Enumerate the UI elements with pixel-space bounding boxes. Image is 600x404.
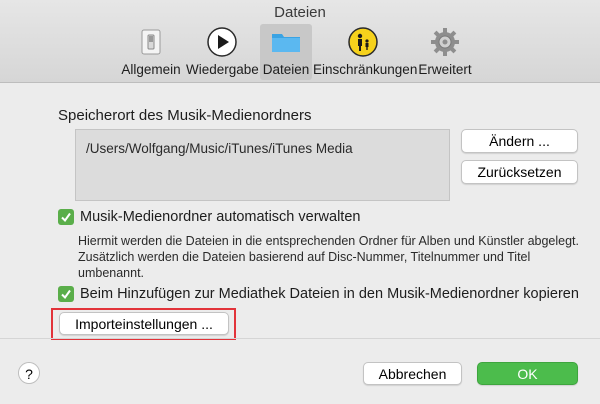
- tab-wiedergabe[interactable]: Wiedergabe: [186, 24, 259, 80]
- window-title: Dateien: [274, 4, 326, 21]
- switch-icon: [135, 26, 167, 58]
- media-folder-heading: Speicherort des Musik-Medienordners: [58, 107, 312, 124]
- tab-erweitert[interactable]: Erweitert: [414, 24, 476, 80]
- checkmark-icon: [61, 289, 71, 300]
- tab-label-allgemein: Allgemein: [121, 62, 181, 77]
- tab-label-wiedergabe: Wiedergabe: [186, 62, 259, 77]
- highlight-frame: [51, 308, 236, 340]
- preferences-toolbar: Dateien Allgemein Wiedergabe Dateien Ein…: [0, 0, 600, 83]
- tab-allgemein[interactable]: Allgemein: [118, 24, 184, 80]
- tab-einschraenkungen[interactable]: Einschränkungen: [313, 24, 418, 80]
- keep-organized-option[interactable]: Musik-Medienordner automatisch verwalten: [58, 209, 360, 225]
- footer-divider: [0, 338, 600, 339]
- tab-label-erweitert: Erweitert: [418, 62, 472, 77]
- change-folder-button[interactable]: Ändern ...: [461, 129, 578, 153]
- ok-button[interactable]: OK: [477, 362, 578, 385]
- files-pane: Speicherort des Musik-Medienordners /Use…: [0, 83, 600, 404]
- reset-folder-button[interactable]: Zurücksetzen: [461, 160, 578, 184]
- copy-files-checkbox[interactable]: [58, 286, 74, 302]
- media-folder-path: /Users/Wolfgang/Music/iTunes/iTunes Medi…: [75, 129, 450, 201]
- checkmark-icon: [61, 212, 71, 223]
- help-button[interactable]: ?: [18, 362, 40, 384]
- cancel-button[interactable]: Abbrechen: [363, 362, 462, 385]
- keep-organized-label: Musik-Medienordner automatisch verwalten: [80, 209, 361, 225]
- copy-files-label: Beim Hinzufügen zur Mediathek Dateien in…: [80, 286, 579, 302]
- play-icon: [206, 26, 238, 58]
- gear-icon: [429, 26, 461, 58]
- folder-icon: [270, 26, 302, 58]
- tab-dateien[interactable]: Dateien: [260, 24, 312, 80]
- tab-label-einschraenkungen: Einschränkungen: [313, 62, 418, 77]
- parental-icon: [347, 26, 379, 58]
- tab-label-dateien: Dateien: [262, 62, 310, 77]
- keep-organized-description: Hiermit werden die Dateien in die entspr…: [78, 234, 580, 280]
- copy-files-option[interactable]: Beim Hinzufügen zur Mediathek Dateien in…: [58, 286, 579, 302]
- keep-organized-checkbox[interactable]: [58, 209, 74, 225]
